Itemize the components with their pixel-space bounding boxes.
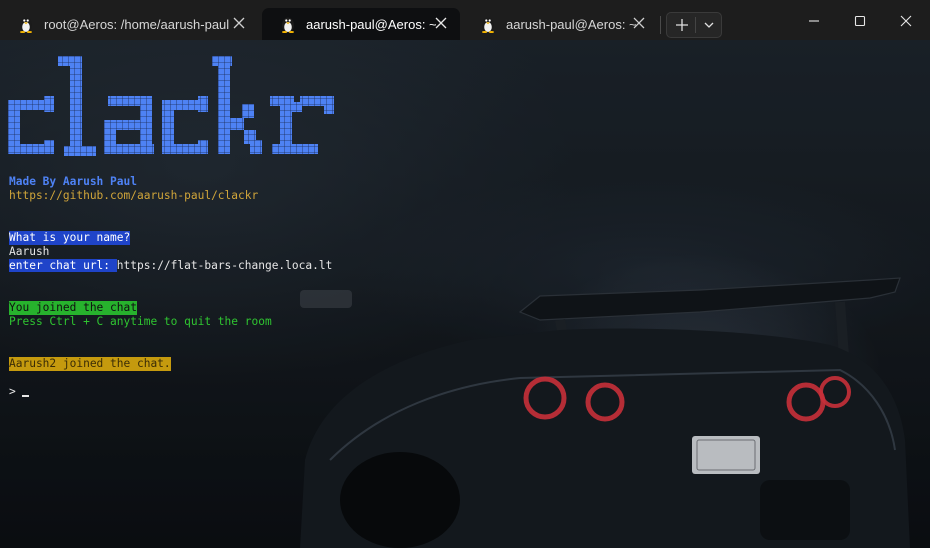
minimize-icon — [809, 20, 819, 22]
repo-url-line: https://github.com/aarush-paul/clackr — [9, 189, 259, 202]
close-tab-icon[interactable] — [632, 16, 646, 30]
minimize-button[interactable] — [792, 6, 836, 36]
new-tab-group — [666, 12, 722, 38]
tab-aarush-home-active[interactable]: aarush-paul@Aeros: ~ — [262, 8, 460, 40]
maximize-icon — [854, 15, 866, 27]
prompt-symbol: > — [9, 385, 23, 398]
chevron-down-icon[interactable] — [702, 18, 716, 32]
text-cursor — [22, 395, 30, 397]
title-bar: root@Aeros: /home/aarush-paul aarush-pau… — [0, 0, 930, 40]
clackr-ascii-logo: clackr — [8, 56, 334, 156]
event-message-line: Aarush2 joined the chat. — [9, 357, 171, 371]
input-prompt[interactable]: > — [9, 385, 30, 399]
name-question-line: What is your name? — [9, 231, 131, 245]
close-tab-icon[interactable] — [434, 16, 448, 30]
close-tab-icon[interactable] — [232, 16, 246, 30]
tux-linux-icon — [20, 17, 32, 33]
tab-aarush-home[interactable]: aarush-paul@Aeros: ~ — [462, 8, 658, 40]
terminal-pane[interactable]: clackr — [0, 40, 930, 548]
quit-hint-line: Press Ctrl + C anytime to quit the room — [9, 315, 272, 328]
name-answer-line: Aarush — [9, 245, 50, 258]
credit-line: Made By Aarush Paul — [9, 175, 137, 188]
chat-url-label: enter chat url: — [9, 259, 117, 272]
close-window-button[interactable] — [884, 6, 928, 36]
tab-label: aarush-paul@Aeros: ~ — [306, 16, 437, 32]
chat-url-line: enter chat url: https://flat-bars-change… — [9, 259, 332, 273]
tab-label: root@Aeros: /home/aarush-paul — [44, 16, 230, 32]
tux-linux-icon — [282, 17, 294, 33]
button-separator — [695, 17, 696, 33]
close-icon — [900, 15, 912, 27]
tab-divider — [660, 16, 661, 34]
joined-message-line: You joined the chat — [9, 301, 137, 315]
tux-linux-icon — [482, 17, 494, 33]
chat-url-value: https://flat-bars-change.loca.lt — [116, 259, 333, 272]
tab-label: aarush-paul@Aeros: ~ — [506, 16, 637, 32]
tab-root-home[interactable]: root@Aeros: /home/aarush-paul — [0, 8, 258, 40]
maximize-button[interactable] — [838, 6, 882, 36]
plus-icon[interactable] — [674, 17, 690, 33]
